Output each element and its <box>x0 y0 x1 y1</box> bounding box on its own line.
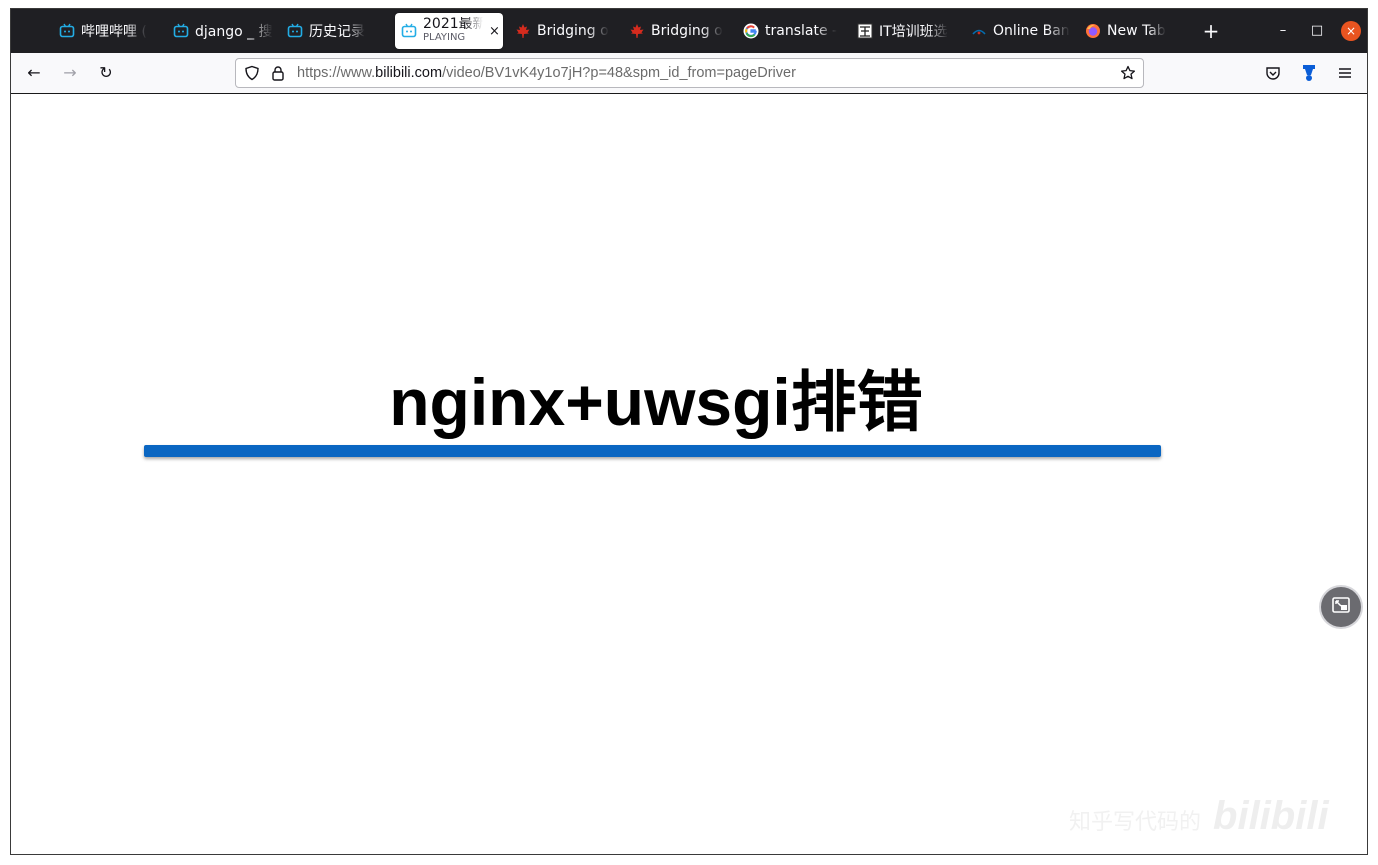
url-prefix: https://www. <box>297 65 376 81</box>
site-icon <box>857 23 873 39</box>
watermark-text: 知乎写代码的 <box>1069 809 1202 834</box>
navigation-toolbar: ← → ↻ https://www.bilibili.com/video/BV1… <box>11 53 1367 94</box>
tab-playing-indicator: PLAYING <box>423 32 466 43</box>
close-tab-icon[interactable]: × <box>489 24 500 39</box>
picture-in-picture-icon <box>1331 595 1351 619</box>
bank-icon <box>971 23 987 39</box>
url-text[interactable]: https://www.bilibili.com/video/BV1vK4y1o… <box>297 59 796 87</box>
pocket-icon[interactable] <box>1261 61 1285 85</box>
bilibili-icon <box>401 23 417 39</box>
tab-label: Bridging o <box>537 23 609 39</box>
tab-bridging-1[interactable]: Bridging o <box>515 9 615 53</box>
tab-label: IT培训班选 <box>879 24 948 40</box>
bookmark-star-icon[interactable] <box>1120 65 1136 81</box>
tab-label: 历史记录 <box>309 24 365 40</box>
address-bar[interactable]: https://www.bilibili.com/video/BV1vK4y1o… <box>235 58 1144 88</box>
bilibili-icon <box>287 23 303 39</box>
minimize-button[interactable]: – <box>1273 21 1293 41</box>
close-window-button[interactable]: × <box>1341 21 1361 41</box>
url-host: bilibili.com <box>375 65 443 81</box>
tab-label: Online Ban <box>993 23 1070 39</box>
tab-label-stack: 2021最新 PLAYING <box>423 17 483 45</box>
slide-accent-bar <box>144 445 1161 457</box>
tab-django-search[interactable]: django _ 搜 <box>173 9 273 53</box>
tab-video-playing[interactable]: 2021最新 PLAYING × <box>395 13 503 49</box>
lock-icon[interactable] <box>270 65 286 81</box>
tab-label: New Tab <box>1107 23 1166 39</box>
tab-label: 哔哩哔哩 ( <box>81 24 147 40</box>
maximize-button[interactable]: □ <box>1307 21 1327 41</box>
tab-bilibili-home[interactable]: 哔哩哔哩 ( <box>59 9 159 53</box>
tab-it-training[interactable]: IT培训班选 <box>857 9 957 53</box>
google-icon <box>743 23 759 39</box>
tab-history[interactable]: 历史记录 <box>287 9 387 53</box>
extension-icon[interactable] <box>1297 61 1321 85</box>
bilibili-icon <box>59 23 75 39</box>
tab-label: Bridging o <box>651 23 723 39</box>
tab-new-tab[interactable]: New Tab <box>1085 9 1185 53</box>
tab-bar: 哔哩哔哩 ( django _ 搜 历史记录 2021最新 PLAYING × … <box>11 9 1367 53</box>
back-button[interactable]: ← <box>22 61 46 85</box>
watermark: 知乎写代码的 bilibili <box>1069 794 1329 839</box>
tab-translate[interactable]: translate - <box>743 9 843 53</box>
menu-icon[interactable] <box>1333 61 1357 85</box>
reload-button[interactable]: ↻ <box>94 61 118 85</box>
forward-button[interactable]: → <box>58 61 82 85</box>
browser-window: 哔哩哔哩 ( django _ 搜 历史记录 2021最新 PLAYING × … <box>10 8 1368 855</box>
url-path: /video/BV1vK4y1o7jH?p=48&spm_id_from=pag… <box>442 65 796 81</box>
video-progress-bar[interactable] <box>11 854 27 855</box>
new-tab-button[interactable]: + <box>1199 19 1223 43</box>
maple-leaf-icon <box>515 23 531 39</box>
tab-label: django _ 搜 <box>195 24 273 40</box>
firefox-icon <box>1085 23 1101 39</box>
slide-title: nginx+uwsgi排错 <box>389 365 923 439</box>
tab-label: translate - <box>765 23 838 39</box>
shield-icon[interactable] <box>244 65 260 81</box>
tab-online-banking[interactable]: Online Ban <box>971 9 1071 53</box>
bilibili-icon <box>173 23 189 39</box>
tab-label: 2021最新 <box>423 17 483 31</box>
bilibili-logo: bilibili <box>1213 794 1329 838</box>
picture-in-picture-button[interactable] <box>1321 587 1361 627</box>
maple-leaf-icon <box>629 23 645 39</box>
video-player[interactable]: nginx+uwsgi排错 知乎写代码的 bilibili <box>11 94 1367 855</box>
tab-bridging-2[interactable]: Bridging o <box>629 9 729 53</box>
